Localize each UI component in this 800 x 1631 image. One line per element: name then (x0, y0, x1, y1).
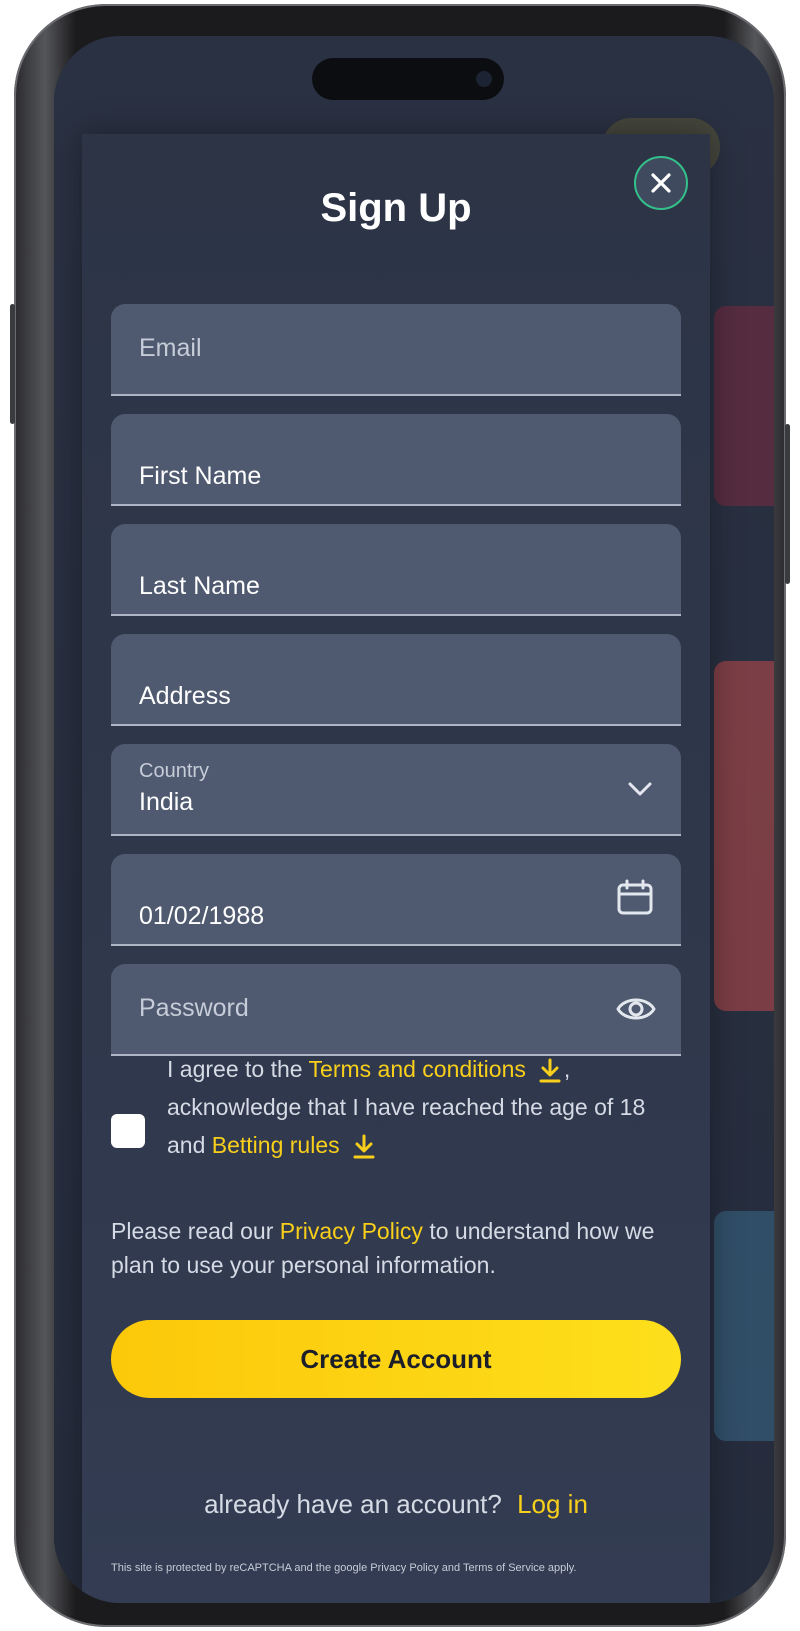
last-name-value: Last Name (139, 572, 260, 600)
date-of-birth-value: 01/02/1988 (139, 902, 265, 930)
first-name-value: First Name (139, 462, 262, 490)
email-field[interactable]: Email (111, 304, 681, 396)
login-prompt: already have an account? Log in (82, 1489, 710, 1520)
camera-lens (476, 71, 492, 87)
signup-modal: Sign Up Email First Name Last Name Addre… (82, 134, 710, 1603)
password-placeholder: Password (139, 994, 249, 1022)
login-prompt-text: already have an account? (204, 1489, 502, 1519)
first-name-field[interactable]: First Name (111, 414, 681, 506)
download-icon[interactable] (538, 1058, 562, 1084)
download-icon[interactable] (352, 1134, 376, 1160)
screen: Sign Up Email First Name Last Name Addre… (54, 36, 774, 1603)
password-field[interactable]: Password (111, 964, 681, 1056)
email-placeholder: Email (139, 334, 202, 362)
agreement-text: I agree to the Terms and conditions, ack… (167, 1050, 687, 1164)
dynamic-island (312, 58, 504, 100)
country-select[interactable]: Country India (111, 744, 681, 836)
side-button (10, 304, 15, 424)
terms-link[interactable]: Terms and conditions (309, 1056, 526, 1082)
agree-checkbox[interactable] (111, 1114, 145, 1148)
create-account-button[interactable]: Create Account (111, 1320, 681, 1398)
address-value: Address (139, 682, 231, 710)
address-field[interactable]: Address (111, 634, 681, 726)
agreement-text-part: I agree to the (167, 1056, 303, 1082)
country-value: India (139, 788, 194, 816)
privacy-policy-link[interactable]: Privacy Policy (280, 1218, 423, 1244)
calendar-icon[interactable] (615, 878, 655, 918)
side-button (785, 424, 790, 584)
country-label: Country (139, 760, 210, 782)
date-of-birth-field[interactable]: 01/02/1988 (111, 854, 681, 946)
agreement-comma: , (563, 1056, 571, 1082)
background-game-tile (714, 661, 774, 1011)
recaptcha-note: This site is protected by reCAPTCHA and … (111, 1562, 577, 1574)
modal-title: Sign Up (320, 186, 472, 230)
login-link[interactable]: Log in (517, 1489, 588, 1519)
eye-icon[interactable] (615, 988, 657, 1030)
background-banner (714, 306, 774, 506)
betting-rules-link[interactable]: Betting rules (212, 1132, 340, 1158)
privacy-text-part: Please read our (111, 1218, 274, 1244)
background-game-tile (714, 1211, 774, 1441)
phone-frame: Sign Up Email First Name Last Name Addre… (10, 4, 790, 1627)
chevron-down-icon (628, 782, 652, 796)
privacy-note: Please read our Privacy Policy to unders… (111, 1214, 691, 1282)
last-name-field[interactable]: Last Name (111, 524, 681, 616)
